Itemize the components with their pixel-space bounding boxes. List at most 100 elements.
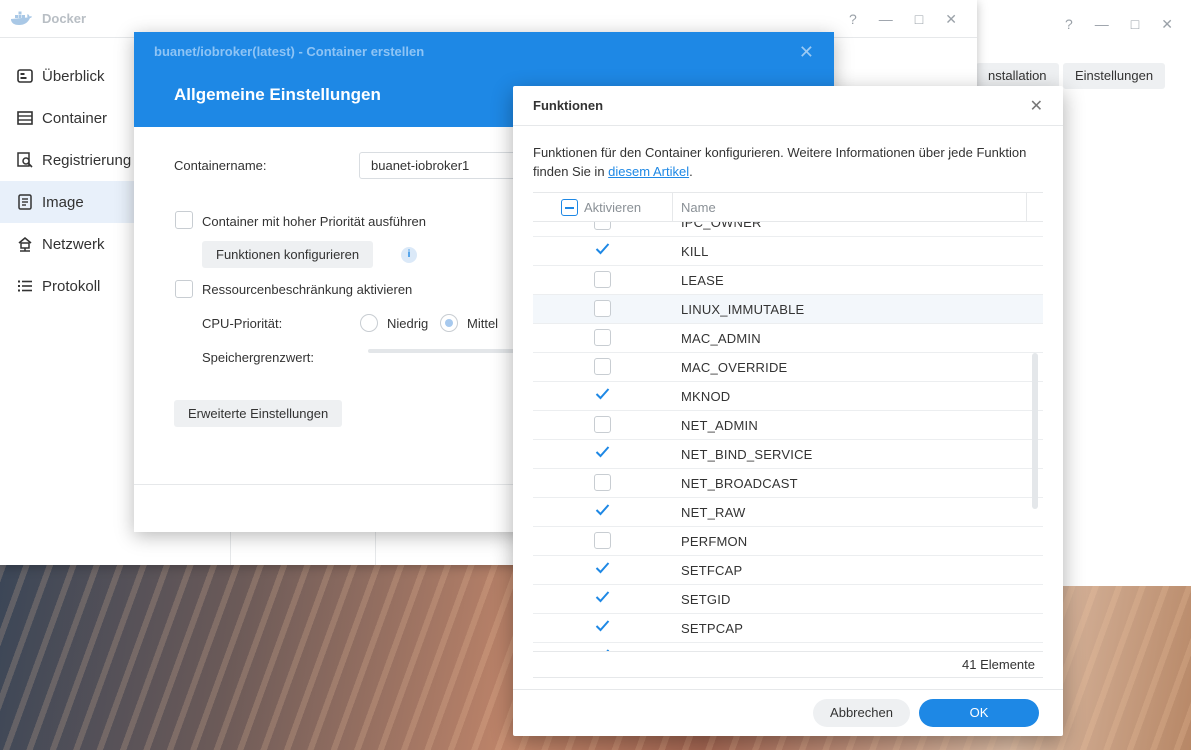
checkmark-icon[interactable] <box>594 559 611 576</box>
dialog-subtitle: buanet/iobroker(latest) - Container erst… <box>154 44 425 59</box>
article-link[interactable]: diesem Artikel <box>608 164 689 179</box>
checkmark-icon[interactable] <box>594 588 611 605</box>
function-row[interactable]: NET_ADMIN <box>533 411 1043 440</box>
maximize-icon[interactable]: □ <box>915 11 923 28</box>
sidebar-item-label: Netzwerk <box>42 235 105 253</box>
function-checkbox[interactable] <box>594 474 611 491</box>
grid-rows: IPC_OWNER KILL LEASE LINUX_IMMUTABLE MAC_ADM… <box>533 208 1043 672</box>
grid-scrollbar[interactable] <box>1032 353 1038 509</box>
info-icon[interactable]: i <box>401 247 417 263</box>
docker-whale-icon <box>11 11 32 25</box>
cpu-low-radio[interactable] <box>360 314 378 332</box>
function-row[interactable]: PERFMON <box>533 527 1043 556</box>
column-enable-label: Aktivieren <box>584 199 642 215</box>
container-name-label: Containername: <box>174 158 267 173</box>
sidebar-item-label: Überblick <box>42 67 105 85</box>
function-row[interactable]: SETGID <box>533 585 1043 614</box>
docker-window-controls: ? — □ ✕ <box>849 11 957 28</box>
function-name: MAC_ADMIN <box>681 331 761 346</box>
sidebar-item-label: Container <box>42 109 108 127</box>
function-name: PERFMON <box>681 534 748 549</box>
function-name: NET_ADMIN <box>681 418 758 433</box>
grid-header: Aktivieren Name <box>533 193 1043 222</box>
description-text: Funktionen für den Container konfigurier… <box>533 145 1027 179</box>
checkmark-icon[interactable] <box>594 617 611 634</box>
function-row[interactable]: LINUX_IMMUTABLE <box>533 295 1043 324</box>
checkmark-icon[interactable] <box>594 385 611 402</box>
function-row[interactable]: MAC_OVERRIDE <box>533 353 1043 382</box>
function-checkbox[interactable] <box>594 358 611 375</box>
function-row[interactable]: SETPCAP <box>533 614 1043 643</box>
cancel-button[interactable]: Abbrechen <box>813 699 910 727</box>
cpu-medium-label: Mittel <box>467 316 499 331</box>
ok-button[interactable]: OK <box>919 699 1039 727</box>
cpu-low-label: Niedrig <box>387 316 429 331</box>
function-name: LEASE <box>681 273 724 288</box>
sidebar-item-label: Protokoll <box>42 277 101 295</box>
checkmark-icon[interactable] <box>594 501 611 518</box>
close-icon[interactable]: ✕ <box>1030 96 1043 116</box>
container-icon <box>16 110 34 126</box>
function-row[interactable]: KILL <box>533 237 1043 266</box>
dialog-title: Allgemeine Einstellungen <box>174 85 381 104</box>
description-end: . <box>689 164 693 179</box>
resource-limit-checkbox[interactable] <box>175 280 193 298</box>
function-name: KILL <box>681 244 709 259</box>
function-name: MKNOD <box>681 389 731 404</box>
footer-divider <box>513 689 1063 690</box>
sidebar-item-label: Registrierung <box>42 151 132 169</box>
column-name-label: Name <box>681 199 716 215</box>
cpu-priority-label: CPU-Priorität: <box>202 316 283 331</box>
high-priority-checkbox[interactable] <box>175 211 193 229</box>
function-row[interactable]: MAC_ADMIN <box>533 324 1043 353</box>
settings-button[interactable]: Einstellungen <box>1063 63 1166 89</box>
column-enable[interactable]: Aktivieren <box>533 193 673 222</box>
maximize-icon[interactable]: □ <box>1131 16 1139 33</box>
function-row[interactable]: NET_BIND_SERVICE <box>533 440 1043 469</box>
function-name: MAC_OVERRIDE <box>681 360 788 375</box>
memory-slider[interactable] <box>368 349 528 353</box>
function-checkbox[interactable] <box>594 416 611 433</box>
functions-dialog-title: Funktionen <box>533 98 604 113</box>
window-title: Docker <box>42 11 87 26</box>
select-all-checkbox[interactable] <box>561 198 578 216</box>
cpu-medium-radio[interactable] <box>440 314 458 332</box>
container-name-input[interactable]: buanet-iobroker1 <box>359 152 529 179</box>
function-row[interactable]: LEASE <box>533 266 1043 295</box>
advanced-settings-button[interactable]: Erweiterte Einstellungen <box>174 400 343 427</box>
functions-grid: Aktivieren Name IPC_OWNER KILL LEASE LINUX_… <box>533 192 1043 676</box>
column-name[interactable]: Name <box>673 193 1027 222</box>
function-name: SETFCAP <box>681 563 743 578</box>
function-name: SETGID <box>681 592 731 607</box>
help-icon[interactable]: ? <box>1065 16 1073 33</box>
resource-limit-label: Ressourcenbeschränkung aktivieren <box>202 282 413 297</box>
close-icon[interactable]: ✕ <box>945 11 957 28</box>
function-name: LINUX_IMMUTABLE <box>681 302 805 317</box>
log-icon <box>16 278 34 294</box>
high-priority-label: Container mit hoher Priorität ausführen <box>202 214 427 229</box>
function-row[interactable]: NET_RAW <box>533 498 1043 527</box>
function-name: SETPCAP <box>681 621 744 636</box>
function-row[interactable]: SETFCAP <box>533 556 1043 585</box>
function-row[interactable]: MKNOD <box>533 382 1043 411</box>
function-checkbox[interactable] <box>594 532 611 549</box>
function-checkbox[interactable] <box>594 271 611 288</box>
overview-icon <box>16 68 34 84</box>
checkmark-icon[interactable] <box>594 240 611 257</box>
item-count: 41 Elemente <box>533 651 1043 678</box>
function-row[interactable]: NET_BROADCAST <box>533 469 1043 498</box>
functions-description: Funktionen für den Container konfigurier… <box>533 143 1048 181</box>
function-name: NET_BROADCAST <box>681 476 798 491</box>
checkmark-icon[interactable] <box>594 443 611 460</box>
minimize-icon[interactable]: — <box>879 11 893 28</box>
function-name: NET_BIND_SERVICE <box>681 447 813 462</box>
close-icon[interactable]: ✕ <box>1161 16 1173 33</box>
function-checkbox[interactable] <box>594 329 611 346</box>
help-icon[interactable]: ? <box>849 11 857 28</box>
minimize-icon[interactable]: — <box>1095 16 1109 33</box>
configure-functions-button[interactable]: Funktionen konfigurieren <box>202 241 374 268</box>
function-checkbox[interactable] <box>594 300 611 317</box>
image-icon <box>16 194 34 210</box>
divider <box>375 530 376 565</box>
close-icon[interactable]: ✕ <box>799 42 814 63</box>
